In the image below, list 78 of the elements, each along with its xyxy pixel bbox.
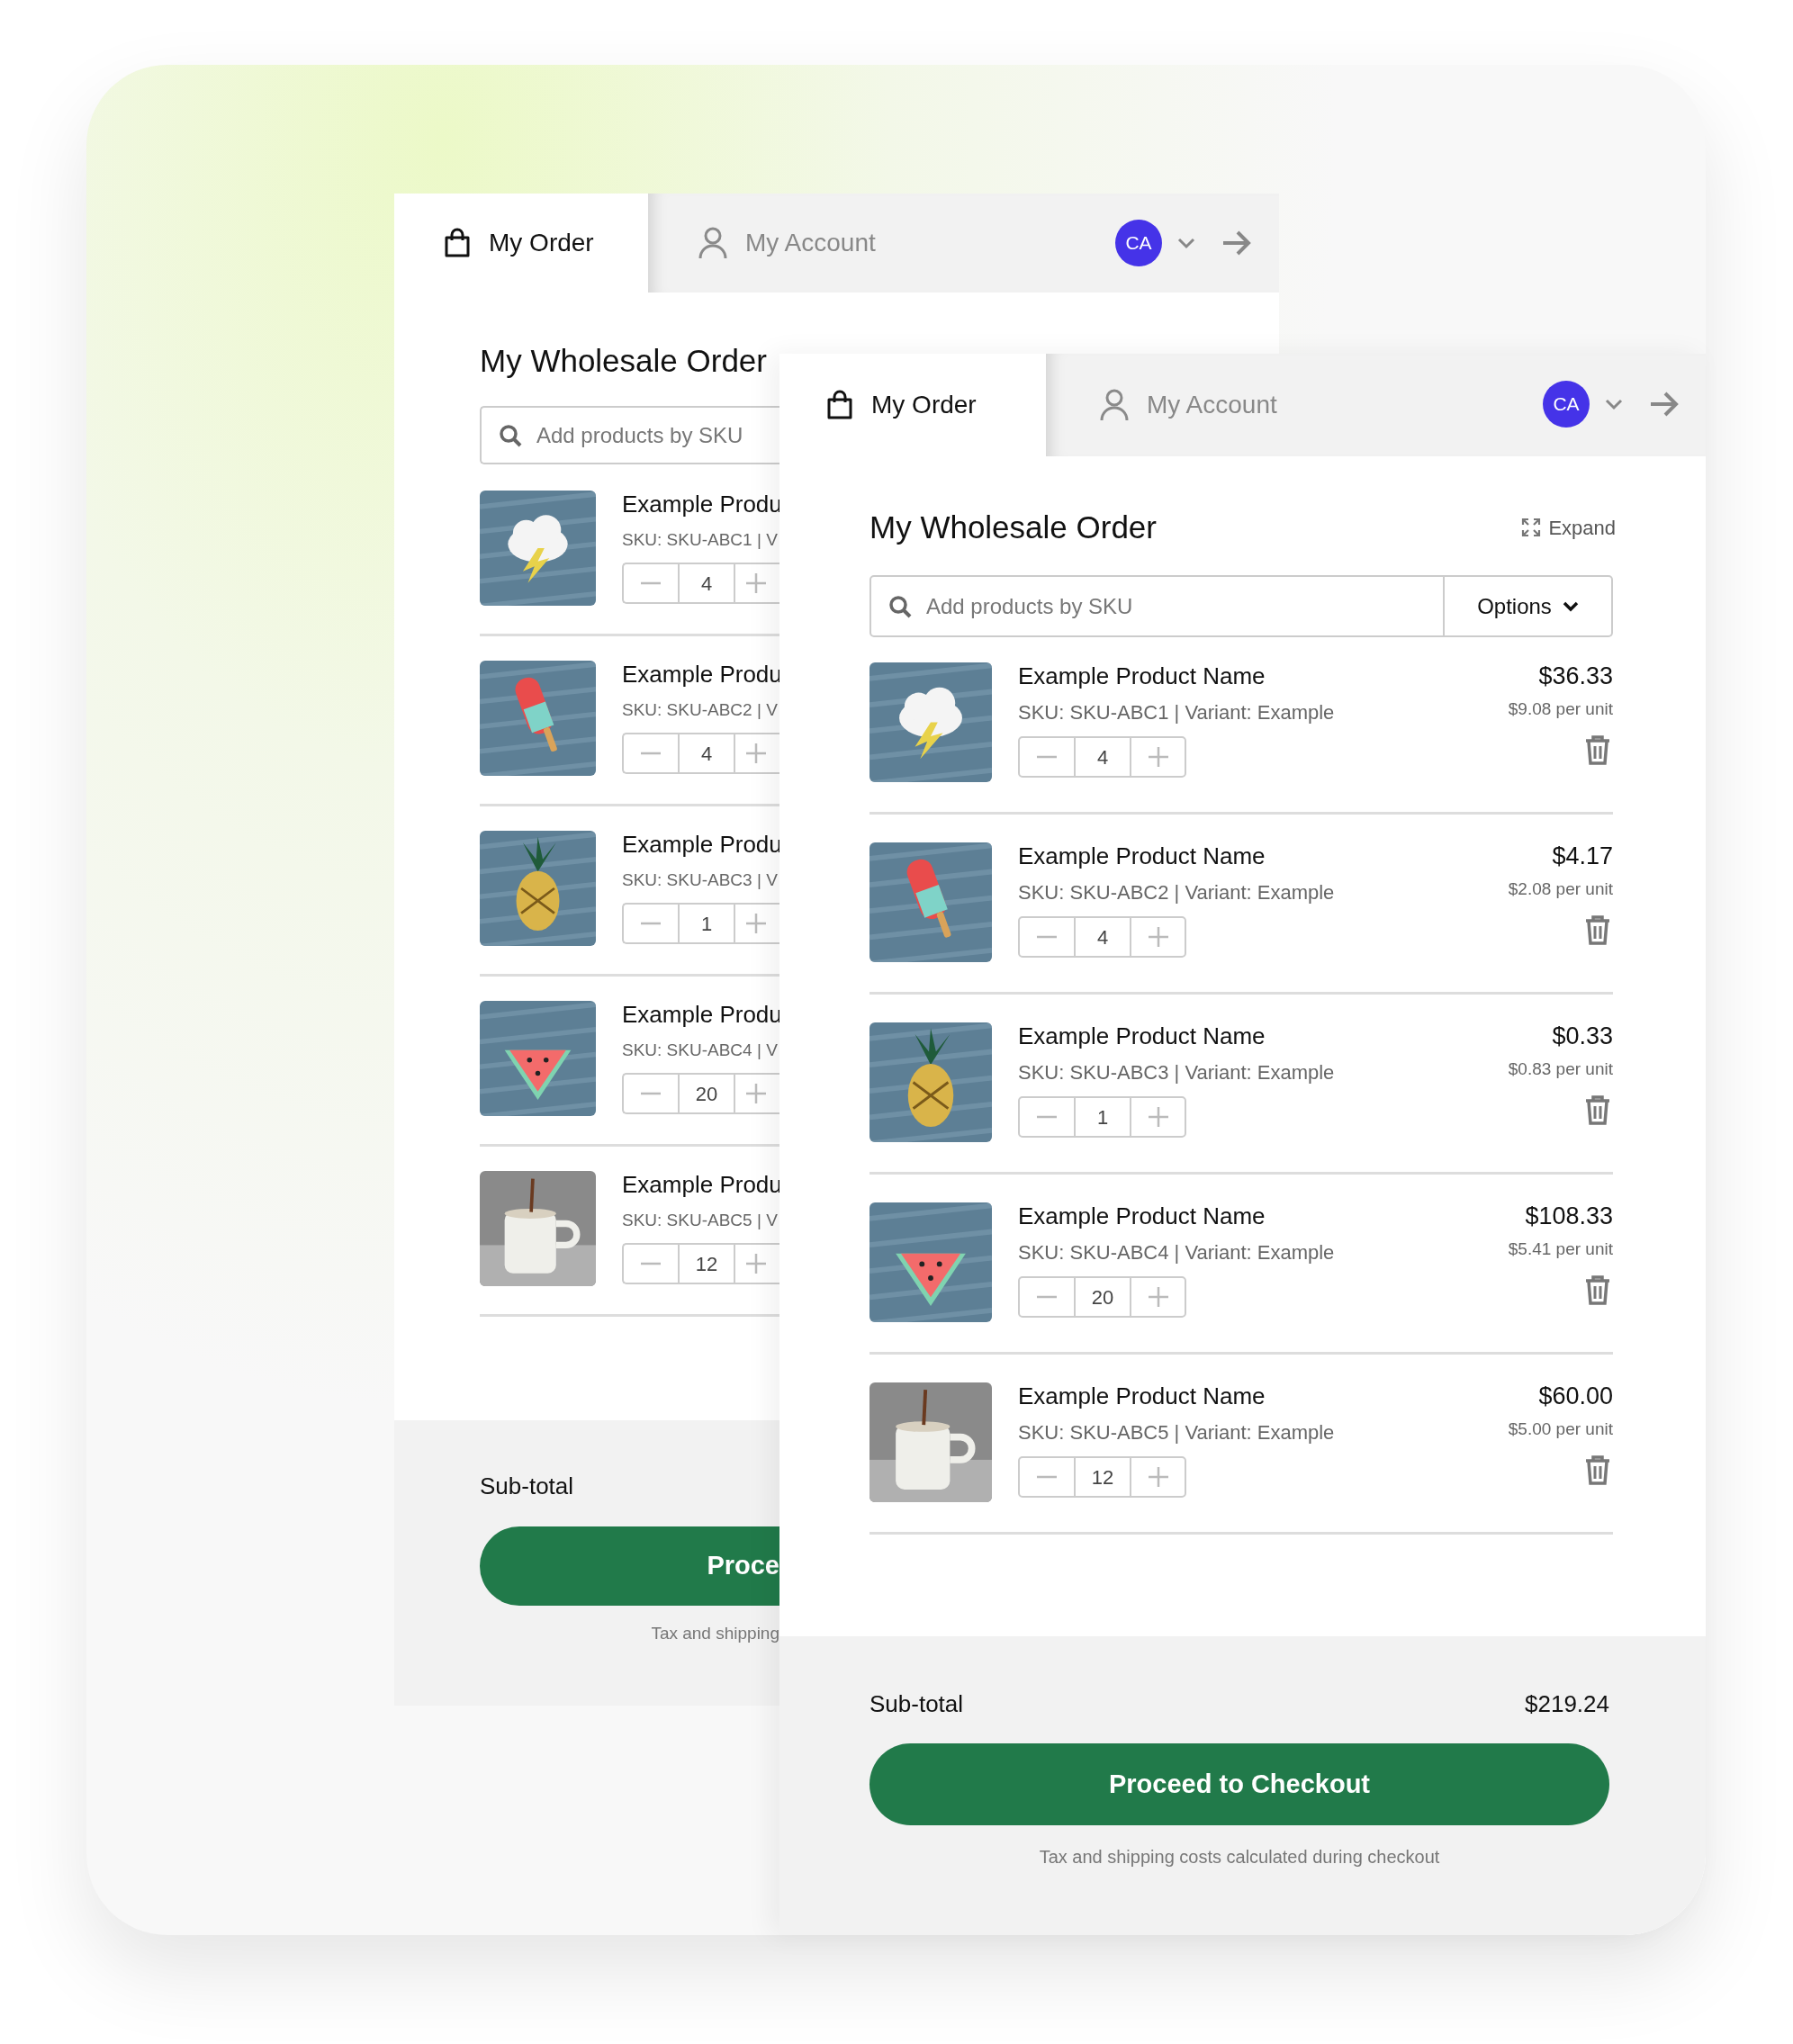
search-icon [499,423,522,447]
plus-icon [1148,1107,1168,1127]
trash-icon [1584,914,1611,945]
product-name: Example Product Name [1018,842,1266,869]
shopping-bag-icon [444,228,471,258]
plus-icon [1148,927,1168,947]
minus-icon [1037,1475,1057,1479]
unit-price: $0.83 per unit [1508,1058,1613,1080]
checkout-button[interactable]: Proceed to Checkout [869,1743,1609,1825]
subtotal-label: Sub-total [869,1689,964,1718]
product-sku: SKU: SKU-ABC5 | Variant: Example [1018,1421,1335,1445]
product-price: $36.33 [1538,662,1613,689]
minus-icon [641,752,661,755]
product-sku: SKU: SKU-ABC2 | V [622,699,779,721]
product-sku: SKU: SKU-ABC5 | V [622,1210,779,1231]
minus-icon [641,922,661,925]
plus-icon [1148,1287,1168,1307]
product-price: $4.17 [1552,842,1613,869]
trash-icon [1584,1454,1611,1485]
expand-icon [1521,518,1542,537]
plus-icon [746,914,766,933]
unit-price: $2.08 per unit [1508,878,1613,900]
chevron-down-icon [1176,237,1196,249]
search-field[interactable]: Add products by SKU [480,406,779,464]
product-name: Example Product Name [1018,1202,1266,1229]
minus-icon [1037,1295,1057,1299]
unit-price: $5.41 per unit [1508,1238,1613,1260]
product-sku: SKU: SKU-ABC4 | V [622,1040,779,1061]
plus-icon [746,1254,766,1274]
panel-title: My Wholesale Order [480,342,768,380]
plus-icon [746,743,766,763]
options-dropdown[interactable]: Options [1445,575,1613,637]
minus-icon [641,1262,661,1265]
product-sku: SKU: SKU-ABC1 | Variant: Example [1018,701,1335,725]
product-sku: SKU: SKU-ABC4 | Variant: Example [1018,1241,1335,1265]
plus-icon [1148,1467,1168,1487]
arrow-right-icon [1649,391,1680,418]
panel-title: My Wholesale Order [869,508,1157,546]
search-field[interactable]: Add products by SKU [869,575,1445,637]
plus-icon [746,1084,766,1103]
checkout-note: Tax and shipping [651,1623,779,1644]
product-sku: SKU: SKU-ABC3 | V [622,869,779,891]
checkout-note: Tax and shipping costs calculated during checkout [1039,1846,1440,1868]
subtotal-label: Sub-total [480,1472,575,1500]
minus-icon [1037,755,1057,759]
expand-button[interactable]: Expand [1521,512,1616,543]
product-sku: SKU: SKU-ABC3 | Variant: Example [1018,1061,1335,1085]
unit-price: $9.08 per unit [1508,698,1613,720]
tab[interactable]: My Order [779,354,1046,456]
search-input[interactable]: Add products by SKU [926,590,1443,623]
product-name: Example Product Name [1018,662,1266,689]
chevron-down-icon [1604,398,1624,410]
product-name: Example Product Name [1018,1382,1266,1409]
trash-icon [1584,734,1611,765]
shopping-bag-icon [826,390,853,420]
product-price: $60.00 [1538,1382,1613,1409]
search-input[interactable]: Add products by SKU [536,419,770,452]
unit-price: $5.00 per unit [1508,1418,1613,1440]
minus-icon [641,581,661,585]
arrow-right-icon [1221,230,1252,257]
minus-icon [641,1092,661,1095]
plus-icon [1148,747,1168,767]
chevron-down-icon [1562,600,1579,612]
person-icon [1100,389,1129,421]
person-icon [698,227,727,259]
trash-icon [1584,1274,1611,1305]
product-name: Example Product Name [1018,1022,1266,1049]
trash-icon [1584,1094,1611,1125]
search-icon [888,594,912,618]
minus-icon [1037,935,1057,939]
product-sku: SKU: SKU-ABC2 | Variant: Example [1018,881,1335,905]
checkout-button[interactable]: Proce [480,1526,779,1606]
product-sku: SKU: SKU-ABC1 | V [622,529,779,551]
product-price: $0.33 [1552,1022,1613,1049]
subtotal-value: $219.24 [1525,1689,1609,1718]
minus-icon [1037,1115,1057,1119]
product-price: $108.33 [1525,1202,1613,1229]
plus-icon [746,573,766,593]
